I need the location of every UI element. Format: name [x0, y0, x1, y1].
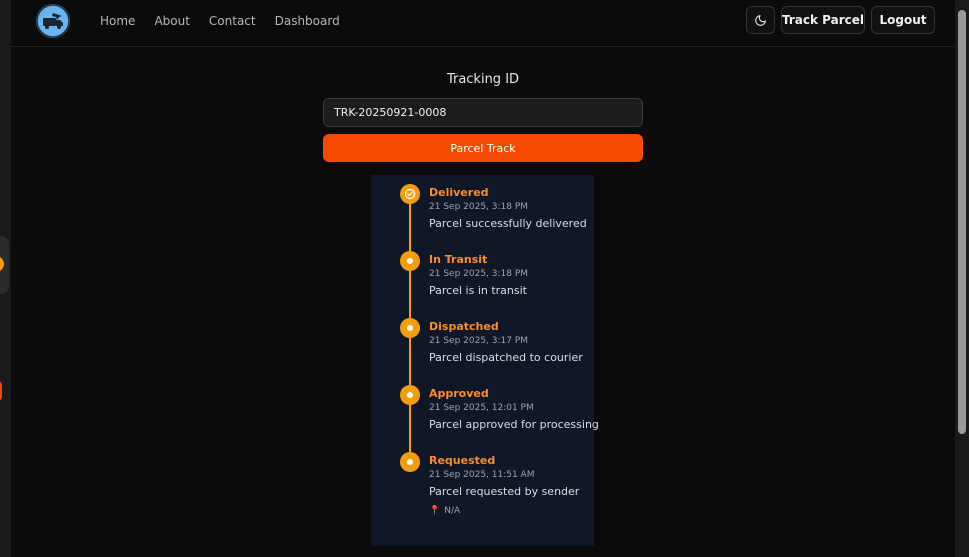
event-time: 21 Sep 2025, 3:17 PM — [429, 336, 529, 346]
moon-icon — [755, 14, 766, 26]
event-description: Parcel dispatched to courier — [429, 351, 583, 364]
window-left-edge — [0, 0, 11, 557]
event-time: 21 Sep 2025, 11:51 AM — [429, 470, 535, 480]
nav-dashboard[interactable]: Dashboard — [275, 14, 340, 28]
theme-toggle-button[interactable] — [746, 6, 775, 34]
dot-icon — [400, 251, 420, 271]
event-description: Parcel successfully delivered — [429, 217, 587, 230]
dot-icon — [400, 452, 420, 472]
track-parcel-button[interactable]: Track Parcel — [781, 6, 865, 34]
nav-home[interactable]: Home — [100, 14, 135, 28]
nav-links: Home About Contact Dashboard — [100, 14, 340, 28]
timeline-panel: Delivered 21 Sep 2025, 3:18 PM Parcel su… — [371, 175, 599, 546]
logout-button[interactable]: Logout — [871, 6, 935, 34]
location-pin-icon: 📍 — [429, 506, 441, 516]
parcel-track-button[interactable]: Parcel Track — [323, 134, 643, 162]
nav-contact[interactable]: Contact — [209, 14, 256, 28]
event-status: Dispatched — [429, 320, 499, 333]
side-tab — [0, 236, 9, 294]
event-status: Approved — [429, 387, 489, 400]
vertical-scrollbar[interactable] — [955, 0, 969, 557]
dot-icon — [400, 385, 420, 405]
event-time: 21 Sep 2025, 12:01 PM — [429, 403, 534, 413]
scrollbar-thumb[interactable] — [958, 10, 966, 434]
event-description: Parcel approved for processing — [429, 418, 599, 431]
event-status: Requested — [429, 454, 496, 467]
event-status: In Transit — [429, 253, 488, 266]
event-location-value: N/A — [444, 506, 461, 516]
event-description: Parcel is in transit — [429, 284, 527, 297]
logo-icon[interactable] — [36, 4, 70, 38]
side-tab-indicator — [0, 256, 4, 272]
dot-icon — [400, 318, 420, 338]
navbar: Home About Contact Dashboard Track Parce… — [11, 0, 955, 47]
check-circle-icon — [400, 184, 420, 204]
event-description: Parcel requested by sender — [429, 485, 580, 498]
tracking-id-label: Tracking ID — [446, 72, 520, 87]
side-indicator — [0, 380, 2, 402]
event-time: 21 Sep 2025, 3:18 PM — [429, 202, 529, 212]
event-time: 21 Sep 2025, 3:18 PM — [429, 269, 529, 279]
tracking-id-input[interactable] — [323, 98, 643, 127]
event-status: Delivered — [429, 186, 489, 199]
event-location: 📍 N/A — [429, 506, 460, 516]
nav-about[interactable]: About — [154, 14, 189, 28]
